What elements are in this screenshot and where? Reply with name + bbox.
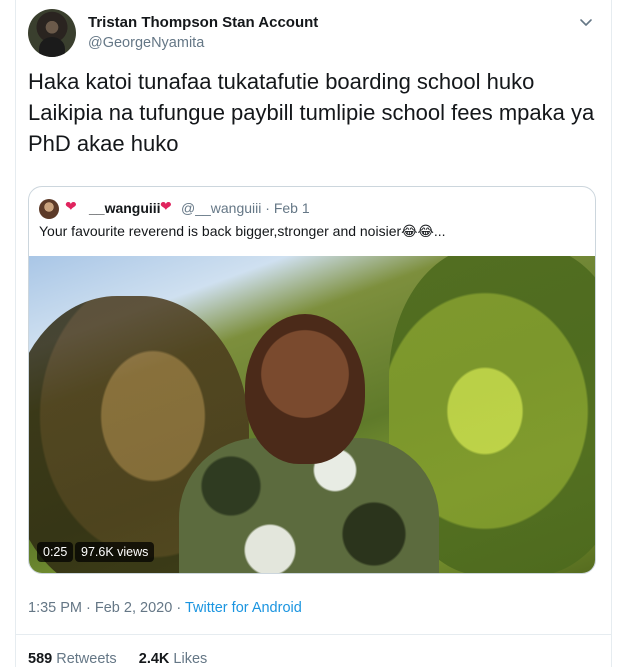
quoted-author-handle[interactable]: @__wanguiii — [181, 200, 261, 216]
quoted-tweet[interactable]: ❤ __wanguiii ❤ @__wanguiii · Feb 1 Your … — [28, 186, 596, 574]
quoted-date[interactable]: Feb 1 — [274, 200, 310, 216]
likes-count: 2.4K — [138, 651, 170, 667]
retweets-label: Retweets — [56, 651, 117, 667]
chevron-down-icon[interactable] — [578, 14, 594, 30]
heart-icon: ❤ — [160, 198, 172, 214]
retweets-count: 589 — [28, 651, 53, 667]
separator: · — [86, 600, 95, 616]
divider — [15, 634, 612, 635]
separator: · — [265, 200, 270, 216]
tweet-timestamp: 1:35 PM · Feb 2, 2020 · Twitter for Andr… — [28, 600, 302, 616]
tweet-date[interactable]: Feb 2, 2020 — [95, 600, 172, 616]
quoted-avatar[interactable] — [39, 199, 59, 219]
retweets-link[interactable]: 589 Retweets — [28, 651, 117, 667]
subject-head — [245, 314, 365, 464]
quoted-author-name[interactable]: __wanguiii — [89, 200, 161, 216]
avatar[interactable] — [28, 9, 76, 57]
likes-link[interactable]: 2.4K Likes — [139, 651, 208, 667]
quoted-text: Your favourite reverend is back bigger,s… — [39, 223, 446, 239]
tweet-source-link[interactable]: Twitter for Android — [185, 600, 302, 616]
quoted-meta: @__wanguiii · Feb 1 — [181, 200, 310, 216]
video-thumbnail[interactable]: 0:25 97.6K views — [29, 256, 595, 573]
tweet-time[interactable]: 1:35 PM — [28, 600, 82, 616]
author-handle[interactable]: @GeorgeNyamita — [88, 35, 204, 51]
video-duration: 0:25 — [37, 542, 74, 562]
engagement-stats: 589 Retweets 2.4K Likes — [28, 651, 207, 667]
separator: · — [176, 600, 185, 616]
author-name[interactable]: Tristan Thompson Stan Account — [88, 14, 318, 31]
heart-icon: ❤ — [65, 198, 77, 214]
likes-label: Likes — [173, 651, 208, 667]
tweet-text: Haka katoi tunafaa tukatafutie boarding … — [28, 69, 595, 156]
video-views: 97.6K views — [75, 542, 155, 562]
